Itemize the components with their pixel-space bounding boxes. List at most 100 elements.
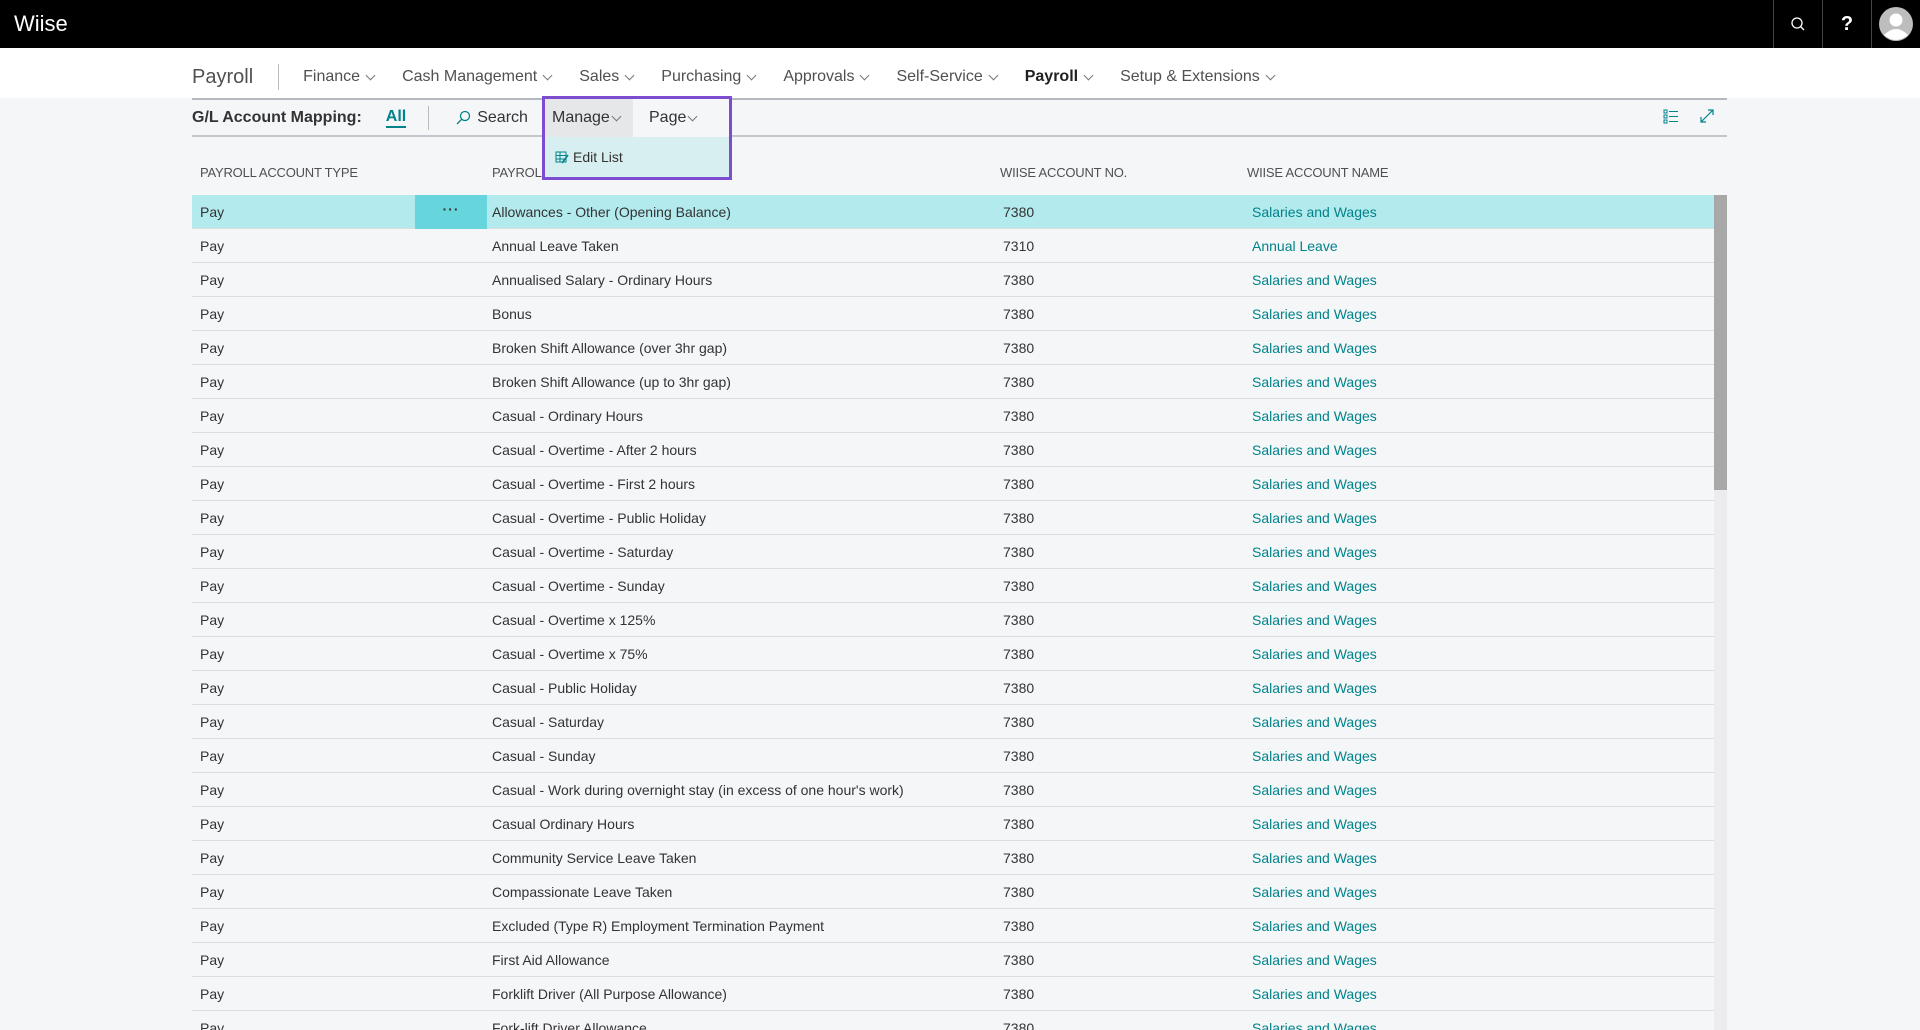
column-header-account-no[interactable]: WIISE ACCOUNT NO. — [1000, 165, 1127, 180]
help-button[interactable]: ? — [1822, 0, 1871, 48]
table-row[interactable]: Pay Casual - Ordinary Hours 7380 Salaries a… — [192, 399, 1714, 433]
cell-account-name-link[interactable]: Annual Leave — [1252, 238, 1338, 254]
nav-home-payroll[interactable]: Payroll — [192, 64, 280, 90]
chevron-down-icon — [1265, 70, 1276, 80]
list-view-icon[interactable] — [1663, 108, 1679, 124]
cell-account-name-link[interactable]: Salaries and Wages — [1252, 782, 1377, 798]
cell-account-name-link[interactable]: Salaries and Wages — [1252, 442, 1377, 458]
table-row[interactable]: Pay Annualised Salary - Ordinary Hours 738… — [192, 263, 1714, 297]
cell-account-name-link[interactable]: Salaries and Wages — [1252, 816, 1377, 832]
table-row[interactable]: Pay Casual - Overtime x 125% 7380 Salaries … — [192, 603, 1714, 637]
search-action[interactable]: Search — [455, 109, 528, 127]
cell-account-name-link[interactable]: Salaries and Wages — [1252, 612, 1377, 628]
cell-account-name-link[interactable]: Salaries and Wages — [1252, 748, 1377, 764]
table-row[interactable]: Pay Casual - Overtime - Sunday 7380 Salarie… — [192, 569, 1714, 603]
manage-menu-button[interactable]: Manage — [545, 99, 633, 137]
column-header-account-name[interactable]: WIISE ACCOUNT NAME — [1247, 165, 1389, 180]
cell-description: Allowances - Other (Opening Balance) — [492, 204, 731, 220]
table-row[interactable]: Pay Casual - Public Holiday 7380 Salaries a… — [192, 671, 1714, 705]
cell-account-no: 7380 — [1003, 782, 1035, 798]
cell-account-name-link[interactable]: Salaries and Wages — [1252, 204, 1377, 220]
table-row[interactable]: Pay Casual - Overtime - First 2 hours 7380… — [192, 467, 1714, 501]
cell-account-name-link[interactable]: Salaries and Wages — [1252, 272, 1377, 288]
table-row[interactable]: Pay Casual - Saturday 7380 Salaries and Wag… — [192, 705, 1714, 739]
nav-finance[interactable]: Finance — [303, 68, 376, 86]
nav-setup-extensions[interactable]: Setup & Extensions — [1120, 68, 1276, 86]
cell-account-name-link[interactable]: Salaries and Wages — [1252, 374, 1377, 390]
search-icon — [456, 110, 471, 124]
table-row[interactable]: Pay Community Service Leave Taken 7380 Sala… — [192, 841, 1714, 875]
cell-description: Forklift Driver (All Purpose Allowance) — [492, 986, 727, 1002]
table-row[interactable]: Pay Casual - Overtime - After 2 hours 7380… — [192, 433, 1714, 467]
nav-sales[interactable]: Sales — [579, 68, 635, 86]
scrollbar-thumb[interactable] — [1714, 195, 1727, 490]
cell-type: Pay — [200, 544, 225, 560]
table-row[interactable]: Pay Bonus 7380 Salaries and Wages — [192, 297, 1714, 331]
cell-account-name-link[interactable]: Salaries and Wages — [1252, 544, 1377, 560]
cell-account-name-link[interactable]: Salaries and Wages — [1252, 646, 1377, 662]
cell-account-no: 7380 — [1003, 850, 1035, 866]
cell-description: Annual Leave Taken — [492, 238, 619, 254]
cell-account-name-link[interactable]: Salaries and Wages — [1252, 510, 1377, 526]
nav-label: Setup & Extensions — [1120, 68, 1260, 85]
cell-account-no: 7380 — [1003, 918, 1035, 934]
page-toolbar: G/L Account Mapping: All Search — [192, 98, 1727, 137]
cell-description: Casual - Overtime - Public Holiday — [492, 510, 706, 526]
cell-account-no: 7380 — [1003, 816, 1035, 832]
table-row[interactable]: Pay Fork-lift Driver Allowance 7380 Salarie… — [192, 1011, 1714, 1030]
cell-account-name-link[interactable]: Salaries and Wages — [1252, 986, 1377, 1002]
nav-cash-management[interactable]: Cash Management — [402, 68, 553, 86]
row-actions-button[interactable]: ··· — [415, 195, 487, 229]
cell-account-name-link[interactable]: Salaries and Wages — [1252, 918, 1377, 934]
search-button[interactable] — [1773, 0, 1822, 48]
cell-account-name-link[interactable]: Salaries and Wages — [1252, 680, 1377, 696]
cell-account-name-link[interactable]: Salaries and Wages — [1252, 408, 1377, 424]
table-row[interactable]: Pay Casual - Overtime x 75% 7380 Salaries a… — [192, 637, 1714, 671]
cell-account-name-link[interactable]: Salaries and Wages — [1252, 952, 1377, 968]
cell-account-name-link[interactable]: Salaries and Wages — [1252, 850, 1377, 866]
cell-description: Casual - Overtime - After 2 hours — [492, 442, 697, 458]
cell-account-name-link[interactable]: Salaries and Wages — [1252, 1020, 1377, 1030]
table-row[interactable]: Pay Annual Leave Taken 7310 Annual Leave — [192, 229, 1714, 263]
nav-approvals[interactable]: Approvals — [783, 68, 870, 86]
page-menu-button[interactable]: Page — [633, 99, 729, 137]
table-row[interactable]: Pay Casual Ordinary Hours 7380 Salaries and… — [192, 807, 1714, 841]
column-header-description[interactable]: PAYROLL — [492, 165, 549, 180]
column-header-type[interactable]: PAYROLL ACCOUNT TYPE — [200, 165, 358, 180]
cell-account-name-link[interactable]: Salaries and Wages — [1252, 714, 1377, 730]
cell-description: Community Service Leave Taken — [492, 850, 697, 866]
table-row[interactable]: Pay Compassionate Leave Taken 7380 Salaries… — [192, 875, 1714, 909]
cell-type: Pay — [200, 510, 225, 526]
cell-account-name-link[interactable]: Salaries and Wages — [1252, 884, 1377, 900]
table-row[interactable]: Pay Broken Shift Allowance (up to 3hr gap… — [192, 365, 1714, 399]
filter-all-tab[interactable]: All — [385, 108, 407, 128]
cell-type: Pay — [200, 408, 225, 424]
table-row[interactable]: Pay Broken Shift Allowance (over 3hr gap)… — [192, 331, 1714, 365]
table-row[interactable]: Pay ··· Allowances - Other (Opening Balanc… — [192, 195, 1714, 229]
table-row[interactable]: Pay Excluded (Type R) Employment Terminat… — [192, 909, 1714, 943]
table-row[interactable]: Pay Casual - Work during overnight stay (… — [192, 773, 1714, 807]
edit-list-menu-item[interactable]: Edit List — [545, 137, 729, 177]
navigation-bar: Payroll Finance Cash Management Sales Pu… — [0, 48, 1920, 98]
expand-icon[interactable] — [1699, 108, 1715, 124]
user-avatar-icon — [1879, 7, 1913, 41]
cell-description: Broken Shift Allowance (up to 3hr gap) — [492, 374, 731, 390]
cell-account-name-link[interactable]: Salaries and Wages — [1252, 306, 1377, 322]
cell-account-name-link[interactable]: Salaries and Wages — [1252, 476, 1377, 492]
nav-payroll[interactable]: Payroll — [1025, 68, 1094, 86]
table-row[interactable]: Pay Forklift Driver (All Purpose Allowanc… — [192, 977, 1714, 1011]
user-avatar-button[interactable] — [1871, 0, 1920, 48]
nav-label: Self-Service — [896, 68, 983, 85]
nav-purchasing[interactable]: Purchasing — [661, 68, 757, 86]
cell-account-name-link[interactable]: Salaries and Wages — [1252, 340, 1377, 356]
cell-account-name-link[interactable]: Salaries and Wages — [1252, 578, 1377, 594]
table-row[interactable]: Pay Casual - Overtime - Saturday 7380 Salar… — [192, 535, 1714, 569]
nav-self-service[interactable]: Self-Service — [896, 68, 999, 86]
cell-account-no: 7380 — [1003, 612, 1035, 628]
vertical-scrollbar[interactable] — [1714, 195, 1727, 1030]
table-row[interactable]: Pay Casual - Overtime - Public Holiday 738… — [192, 501, 1714, 535]
cell-type: Pay — [200, 986, 225, 1002]
table-row[interactable]: Pay Casual - Sunday 7380 Salaries and Wages — [192, 739, 1714, 773]
nav-label: Sales — [579, 68, 620, 85]
table-row[interactable]: Pay First Aid Allowance 7380 Salaries and W… — [192, 943, 1714, 977]
